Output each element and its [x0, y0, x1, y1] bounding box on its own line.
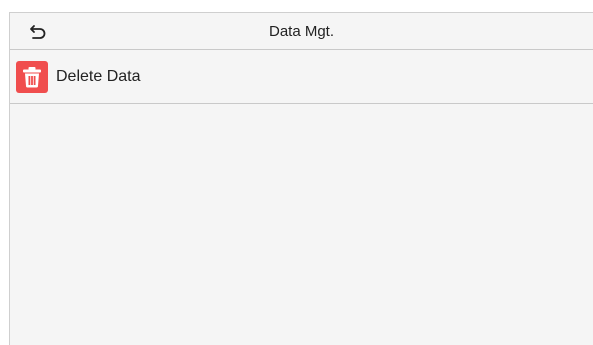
data-mgt-screen: Data Mgt. Delete Data	[9, 12, 593, 345]
menu-item-label: Delete Data	[56, 68, 141, 85]
menu-item-delete-data[interactable]: Delete Data	[10, 51, 593, 104]
title-bar: Data Mgt.	[10, 13, 593, 50]
page-title: Data Mgt.	[268, 23, 335, 40]
trash-icon	[16, 61, 48, 93]
